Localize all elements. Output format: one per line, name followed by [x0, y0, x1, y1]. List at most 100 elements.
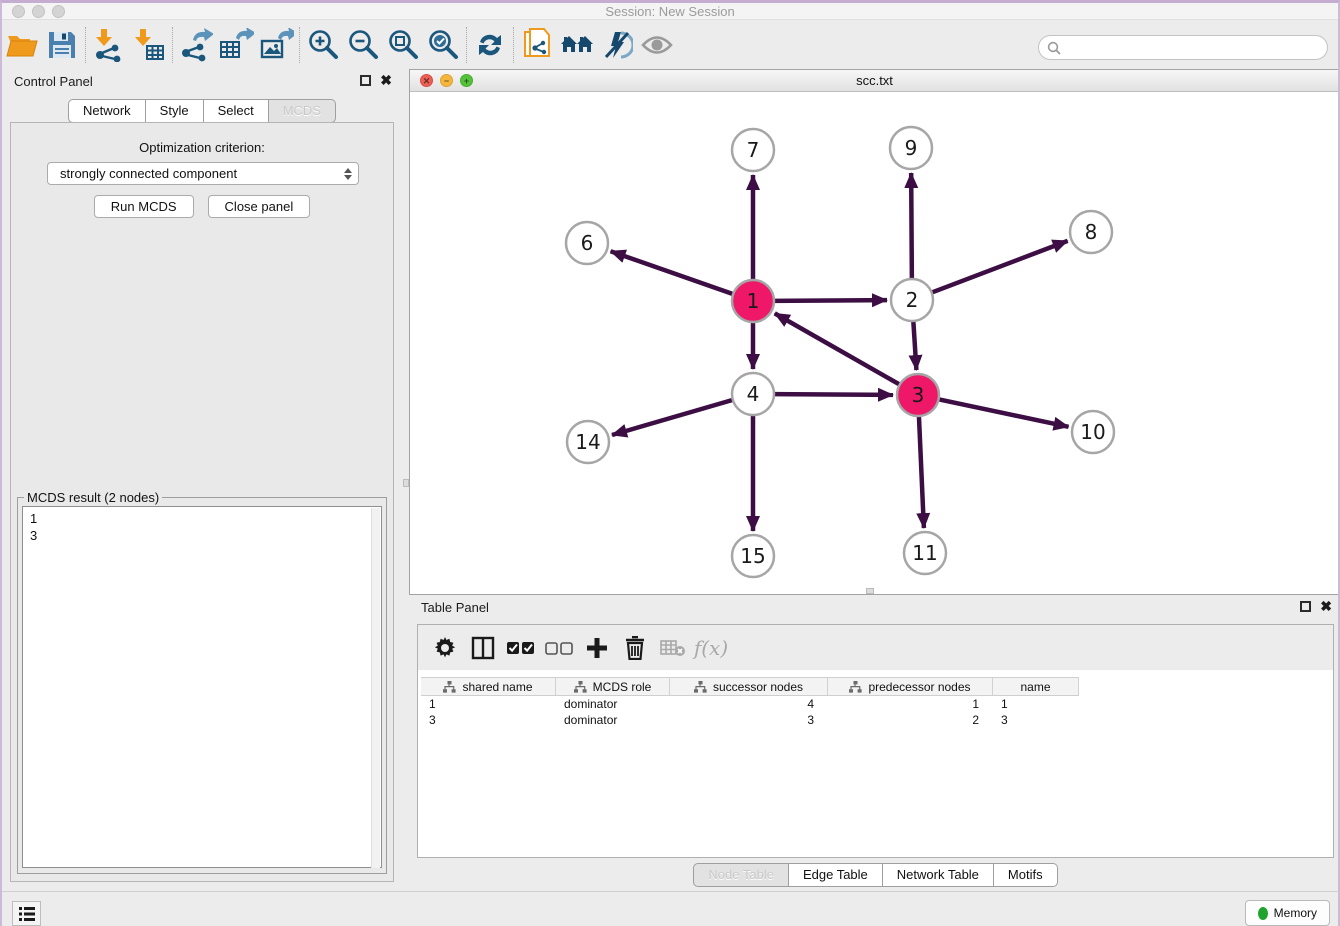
table-cell[interactable]: 3: [670, 712, 828, 728]
column-header-predecessor-nodes[interactable]: predecessor nodes: [828, 678, 993, 695]
memory-label: Memory: [1274, 906, 1317, 920]
table-cell[interactable]: 1: [993, 696, 1079, 712]
table-cell[interactable]: 1: [828, 696, 993, 712]
new-network-from-selection-icon[interactable]: [517, 26, 557, 64]
table-tab-network-table[interactable]: Network Table: [883, 863, 994, 887]
table-cell[interactable]: dominator: [556, 712, 670, 728]
control-panel-header: Control Panel ✖: [2, 69, 402, 95]
mcds-result-item[interactable]: 3: [30, 527, 381, 544]
graph-edge-3-1[interactable]: [775, 313, 900, 384]
zoom-fit-icon[interactable]: [383, 26, 423, 64]
graph-edge-2-3[interactable]: [913, 321, 916, 370]
close-panel-button[interactable]: Close panel: [208, 195, 311, 218]
table-cell[interactable]: dominator: [556, 696, 670, 712]
table-cell[interactable]: 4: [670, 696, 828, 712]
deselect-all-icon[interactable]: [540, 629, 578, 667]
column-header-name[interactable]: name: [993, 678, 1079, 695]
eye-icon[interactable]: [637, 26, 677, 64]
mcds-result-item[interactable]: 1: [30, 510, 381, 527]
svg-text:7: 7: [747, 138, 760, 162]
canvas-splitter-handle[interactable]: [866, 588, 874, 594]
import-network-icon[interactable]: [89, 26, 129, 64]
apply-layout-icon[interactable]: [470, 26, 510, 64]
graph-edge-3-11[interactable]: [919, 416, 924, 528]
graph-node-6[interactable]: 6: [566, 222, 608, 264]
table-cell[interactable]: 3: [993, 712, 1079, 728]
export-network-icon[interactable]: [176, 26, 216, 64]
table-tab-motifs[interactable]: Motifs: [994, 863, 1058, 887]
delete-table-icon[interactable]: [654, 629, 692, 667]
graph-edge-2-9[interactable]: [911, 173, 912, 279]
add-column-icon[interactable]: [578, 629, 616, 667]
function-builder-icon: f(x): [692, 629, 730, 667]
graph-edge-1-2[interactable]: [774, 300, 887, 301]
table-cell[interactable]: 2: [828, 712, 993, 728]
export-image-icon[interactable]: [256, 26, 296, 64]
task-history-button[interactable]: [12, 901, 41, 926]
graph-node-8[interactable]: 8: [1070, 211, 1112, 253]
table-row[interactable]: 1dominator411: [421, 696, 1330, 712]
control-tab-network[interactable]: Network: [68, 99, 146, 123]
memory-button[interactable]: Memory: [1245, 900, 1330, 926]
network-window-titlebar[interactable]: ✕ − + scc.txt: [410, 70, 1339, 92]
node-table-container: f(x) shared name MCDS role successor nodes…: [417, 624, 1334, 858]
zoom-selected-icon[interactable]: [423, 26, 463, 64]
graph-node-2[interactable]: 2: [891, 279, 933, 321]
graph-edge-4-14[interactable]: [612, 400, 733, 435]
table-header-row: shared name MCDS role successor nodes prede…: [421, 677, 1079, 696]
open-file-icon[interactable]: [2, 26, 42, 64]
close-panel-icon[interactable]: ✖: [380, 75, 392, 86]
column-header-MCDS-role[interactable]: MCDS role: [556, 678, 670, 695]
list-icon: [18, 906, 36, 922]
column-header-successor-nodes[interactable]: successor nodes: [670, 678, 828, 695]
column-header-label: successor nodes: [713, 680, 803, 694]
table-tab-node-table[interactable]: Node Table: [693, 863, 789, 887]
graph-edge-4-3[interactable]: [774, 394, 893, 395]
graph-edge-1-6[interactable]: [611, 251, 734, 294]
graph-edge-2-8[interactable]: [932, 241, 1068, 293]
search-box[interactable]: [1038, 35, 1328, 60]
table-cell[interactable]: 3: [421, 712, 556, 728]
gear-icon[interactable]: [426, 629, 464, 667]
table-tab-edge-table[interactable]: Edge Table: [789, 863, 883, 887]
select-all-icon[interactable]: [502, 629, 540, 667]
graph-node-11[interactable]: 11: [904, 532, 946, 574]
hide-flash-icon[interactable]: [597, 26, 637, 64]
search-input[interactable]: [1066, 41, 1327, 55]
graph-node-7[interactable]: 7: [732, 129, 774, 171]
close-table-panel-icon[interactable]: ✖: [1320, 601, 1332, 612]
import-table-icon[interactable]: [129, 26, 169, 64]
graph-node-4[interactable]: 4: [732, 373, 774, 415]
columns-icon[interactable]: [464, 629, 502, 667]
control-tab-mcds[interactable]: MCDS: [269, 99, 336, 123]
control-tab-select[interactable]: Select: [204, 99, 269, 123]
graph-node-9[interactable]: 9: [890, 127, 932, 169]
graph-node-3[interactable]: 3: [897, 374, 939, 416]
criterion-dropdown[interactable]: strongly connected component: [47, 162, 359, 185]
delete-icon[interactable]: [616, 629, 654, 667]
float-panel-icon[interactable]: [360, 75, 371, 86]
zoom-in-icon[interactable]: [303, 26, 343, 64]
graph-node-1[interactable]: 1: [732, 280, 774, 322]
graph-node-10[interactable]: 10: [1072, 411, 1114, 453]
control-tab-style[interactable]: Style: [146, 99, 204, 123]
toolbar-separator: [299, 27, 300, 63]
column-header-label: MCDS role: [593, 680, 652, 694]
save-session-icon[interactable]: [42, 26, 82, 64]
table-row[interactable]: 3dominator323: [421, 712, 1330, 728]
zoom-out-icon[interactable]: [343, 26, 383, 64]
run-mcds-button[interactable]: Run MCDS: [94, 195, 194, 218]
svg-text:9: 9: [905, 136, 918, 160]
network-canvas[interactable]: 7 9 6 8 1 2 4 3 14 10 15 11: [410, 92, 1339, 594]
export-table-icon[interactable]: [216, 26, 256, 64]
column-header-shared-name[interactable]: shared name: [421, 678, 556, 695]
graph-node-14[interactable]: 14: [567, 421, 609, 463]
float-table-panel-icon[interactable]: [1300, 601, 1311, 612]
mcds-result-list[interactable]: 13: [22, 506, 382, 868]
graph-node-15[interactable]: 15: [732, 535, 774, 577]
table-cell[interactable]: 1: [421, 696, 556, 712]
home-icon[interactable]: [557, 26, 597, 64]
network-title: scc.txt: [410, 73, 1339, 88]
graph-edge-3-10[interactable]: [939, 399, 1069, 426]
result-scrollbar[interactable]: [371, 508, 380, 868]
